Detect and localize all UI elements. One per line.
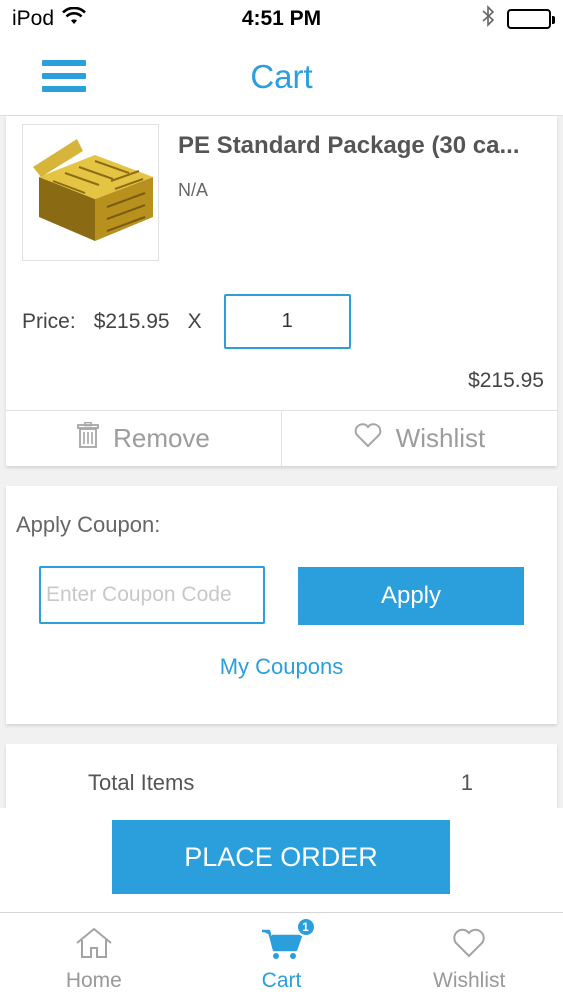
wishlist-button[interactable]: Wishlist <box>281 411 557 466</box>
cart-icon: 1 <box>260 917 316 963</box>
carrier-label: iPod <box>12 7 55 30</box>
product-image[interactable] <box>22 124 159 261</box>
heart-icon <box>453 923 485 963</box>
price-row: Price: $215.95 X <box>22 294 351 349</box>
place-order-area: PLACE ORDER <box>0 808 563 912</box>
tab-home-label: Home <box>65 969 122 992</box>
tab-cart-label: Cart <box>261 969 302 992</box>
cart-screen: iPod 4:51 PM Cart PE Standard Package (3… <box>0 0 563 1000</box>
product-name[interactable]: PE Standard Package (30 ca... <box>178 132 548 160</box>
unit-price: $215.95 <box>93 309 170 333</box>
my-coupons-link[interactable]: My Coupons <box>6 654 557 680</box>
multiply-sign: X <box>187 309 202 333</box>
wifi-icon <box>62 6 86 31</box>
coupon-card: Apply Coupon: Apply My Coupons <box>6 486 557 724</box>
tab-wishlist[interactable]: Wishlist <box>375 913 563 1000</box>
total-items-row: Total Items 1 <box>88 770 473 796</box>
tab-cart[interactable]: 1 Cart <box>188 913 376 1000</box>
page-title: Cart <box>250 58 313 95</box>
trash-icon <box>77 421 99 455</box>
nav-header: Cart <box>0 38 563 116</box>
battery-icon <box>507 9 555 29</box>
status-left: iPod <box>12 6 86 31</box>
status-bar: iPod 4:51 PM <box>0 0 563 38</box>
coupon-code-input[interactable] <box>39 566 265 624</box>
item-actions: Remove Wishlist <box>6 410 557 466</box>
coupon-title: Apply Coupon: <box>16 512 161 537</box>
total-items-value: 1 <box>460 770 473 795</box>
home-icon <box>74 923 114 963</box>
product-variant: N/A <box>178 180 209 200</box>
cart-item-card: PE Standard Package (30 ca... N/A Price:… <box>6 116 557 466</box>
heart-icon <box>354 422 382 455</box>
remove-label: Remove <box>113 423 210 453</box>
status-right <box>481 5 555 33</box>
item-subtotal: $215.95 <box>468 369 544 392</box>
tab-bar: Home 1 Cart Wishlist <box>0 912 563 1000</box>
remove-button[interactable]: Remove <box>6 411 281 466</box>
total-items-label: Total Items <box>88 770 195 795</box>
cart-count-badge: 1 <box>295 917 316 937</box>
apply-coupon-button[interactable]: Apply <box>298 567 524 625</box>
tab-wishlist-label: Wishlist <box>433 969 506 992</box>
tab-home[interactable]: Home <box>0 913 188 1000</box>
quantity-input[interactable] <box>223 294 351 349</box>
price-label: Price: <box>22 309 76 333</box>
bluetooth-icon <box>481 5 495 33</box>
place-order-button[interactable]: PLACE ORDER <box>112 820 450 894</box>
wishlist-label: Wishlist <box>395 423 486 453</box>
